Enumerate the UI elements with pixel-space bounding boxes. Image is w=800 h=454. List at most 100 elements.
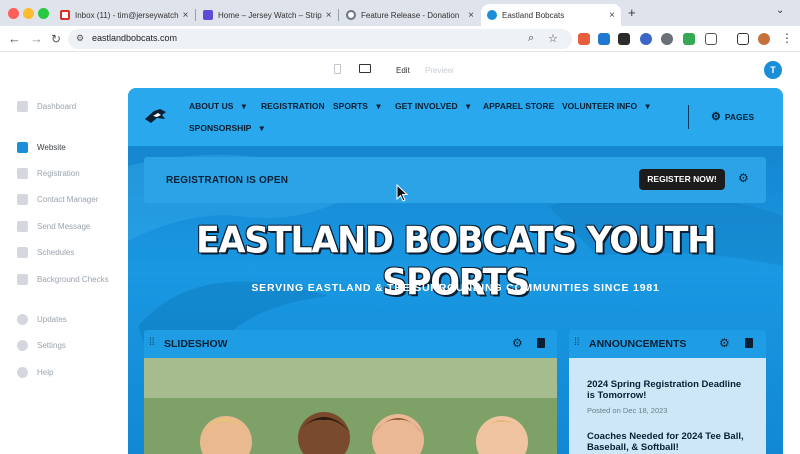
admin-sidebar: Dashboard Website Registration Contact M… [0,52,128,454]
slideshow-image[interactable] [144,358,557,454]
tab-label: Home – Jersey Watch – Strip [218,10,322,20]
sidebar-item-label: Dashboard [37,101,77,111]
hero-section: REGISTRATION IS OPEN REGISTER NOW! ⚙ EAS… [128,146,783,454]
sidebar-item-schedules[interactable]: Schedules [17,245,74,259]
chevron-down-icon: ▾ [376,101,381,111]
close-tab-icon[interactable]: × [179,10,189,21]
pages-button[interactable]: ⚙ PAGES [711,110,754,123]
close-window-button[interactable] [8,8,19,19]
gear-icon[interactable]: ⚙ [512,336,523,350]
nav-get-involved[interactable]: GET INVOLVED ▾ [395,101,470,112]
reload-icon[interactable]: ↻ [51,30,61,48]
edit-mode-tab[interactable]: Edit [396,66,410,75]
sidebar-item-send-message[interactable]: Send Message [17,219,90,233]
announcement-title[interactable]: 2024 Spring Registration Deadline is Tom… [587,379,747,401]
sidebar-item-dashboard[interactable]: Dashboard [17,99,76,113]
sidebar-item-website[interactable]: Website [17,140,66,154]
site-info-icon[interactable]: ⚙ [76,33,84,44]
nav-registration[interactable]: REGISTRATION [261,101,325,111]
extension-icon[interactable] [683,33,695,45]
sidebar-item-label: Registration [37,168,80,178]
forward-arrow-icon[interactable]: → [30,30,43,48]
sidebar-item-contact-manager[interactable]: Contact Manager [17,192,98,206]
nav-volunteer-info[interactable]: VOLUNTEER INFO ▾ [562,101,650,112]
close-tab-icon[interactable]: × [322,10,332,21]
browser-tab-stripe[interactable]: Home – Jersey Watch – Strip × [197,4,337,26]
extension-icon[interactable] [598,33,610,45]
browser-tab-eastland-bobcats[interactable]: Eastland Bobcats × [481,4,621,26]
browser-toolbar: ← → ↻ ⚙ eastlandbobcats.com ⌕ ☆ ⋮ [0,26,800,52]
announcements-title: ANNOUNCEMENTS [589,338,687,350]
nav-apparel-store[interactable]: APPAREL STORE [483,101,554,111]
maximize-window-button[interactable] [38,8,49,19]
website-preview: ABOUT US ▾ REGISTRATION SPORTS ▾ GET INV… [128,88,783,454]
nav-divider [688,105,689,129]
gear-icon: ⚙ [711,111,721,123]
chevron-down-icon: ▾ [259,123,264,133]
sidebar-item-help[interactable]: Help [17,365,53,379]
new-tab-button[interactable]: + [628,5,636,20]
sidebar-item-label: Background Checks [37,274,109,284]
sidebar-item-label: Website [37,142,66,152]
close-tab-icon[interactable]: × [464,10,474,21]
sidebar-item-label: Schedules [37,247,75,257]
url-text: eastlandbobcats.com [92,33,178,43]
nav-label: VOLUNTEER INFO [562,101,638,111]
stripe-icon [203,10,213,20]
address-bar[interactable]: ⚙ eastlandbobcats.com ⌕ ☆ [68,29,572,49]
announcements-list: 2024 Spring Registration Deadline is Tom… [569,358,766,454]
extension-icon[interactable] [661,33,673,45]
bookmark-star-icon[interactable]: ☆ [548,32,558,45]
sidebar-item-registration[interactable]: Registration [17,166,80,180]
sidebar-item-label: Help [37,367,54,377]
sidebar-item-updates[interactable]: Updates [17,312,67,326]
nav-sports[interactable]: SPORTS ▾ [333,101,381,112]
trash-icon[interactable] [745,338,753,348]
nav-sponsorship[interactable]: SPONSORSHIP ▾ [189,123,264,134]
desktop-view-icon[interactable] [359,64,371,73]
sidebar-item-background-checks[interactable]: Background Checks [17,272,109,286]
chevron-down-icon: ▾ [241,101,247,111]
browser-tab-feature-release[interactable]: Feature Release - Donation × [340,4,480,26]
minimize-window-button[interactable] [23,8,34,19]
slideshow-panel-header: ⁞⁞ SLIDESHOW ⚙ [144,330,557,358]
close-tab-icon[interactable]: × [605,10,615,21]
zoom-search-icon[interactable]: ⌕ [528,32,534,45]
back-arrow-icon[interactable]: ← [8,30,21,48]
sidebar-item-label: Send Message [37,221,91,231]
site-header: ABOUT US ▾ REGISTRATION SPORTS ▾ GET INV… [128,88,783,146]
bobcat-logo-icon[interactable] [144,107,168,125]
extension-icon[interactable] [640,33,652,45]
sidebar-item-label: Contact Manager [37,194,99,204]
announcement-title[interactable]: Coaches Needed for 2024 Tee Ball, Baseba… [587,431,757,453]
nav-about-us[interactable]: ABOUT US ▾ [189,101,246,112]
sidebar-item-settings[interactable]: Settings [17,338,66,352]
tab-search-icon[interactable]: ⌄ [776,5,784,16]
extension-icon[interactable] [618,33,630,45]
user-avatar[interactable]: T [764,61,782,79]
trash-icon[interactable] [537,338,545,348]
profile-avatar[interactable] [758,33,770,45]
mobile-view-icon[interactable] [334,64,341,74]
gear-icon[interactable]: ⚙ [738,171,749,185]
more-options-icon[interactable]: ⋮ [781,31,793,45]
drag-handle-icon[interactable]: ⁞⁞ [149,337,155,348]
extension-icon[interactable] [578,33,590,45]
extensions-puzzle-icon[interactable] [705,33,717,45]
nav-label: GET INVOLVED [395,101,458,111]
gear-icon[interactable]: ⚙ [719,336,730,350]
register-now-button[interactable]: REGISTER NOW! [639,169,725,190]
preview-mode-tab[interactable]: Preview [425,66,453,75]
tab-label: Feature Release - Donation [361,10,460,20]
pages-label: PAGES [724,112,755,122]
checklist-icon [17,273,28,285]
side-panel-icon[interactable] [737,33,749,45]
tab-label: Inbox (11) - tim@jerseywatch [75,10,179,20]
sparkle-icon [17,313,28,325]
drag-handle-icon[interactable]: ⁞⁞ [574,337,580,348]
registration-banner: REGISTRATION IS OPEN REGISTER NOW! ⚙ [144,157,766,203]
browser-tab-gmail[interactable]: Inbox (11) - tim@jerseywatch × [54,4,194,26]
announcements-panel-header: ⁞⁞ ANNOUNCEMENTS ⚙ [569,330,766,358]
nav-label: SPORTS [333,101,368,111]
banner-text: REGISTRATION IS OPEN [166,175,289,186]
